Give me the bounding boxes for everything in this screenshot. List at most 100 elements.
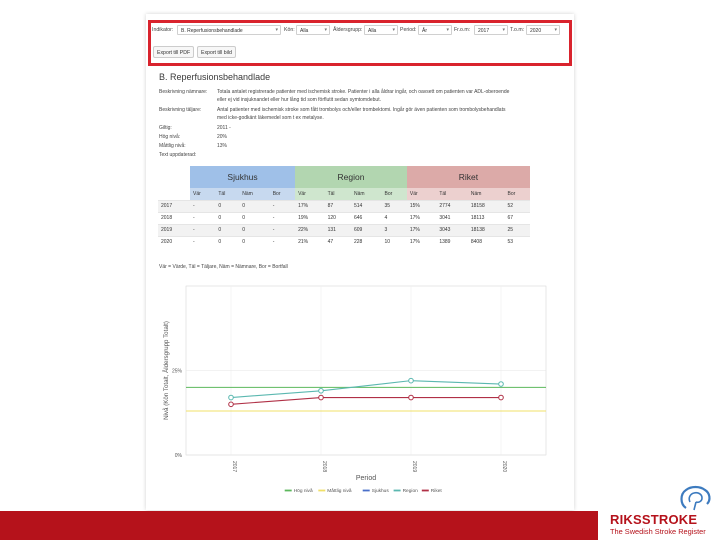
table-cell: 4 (381, 211, 407, 224)
x-tick-label: 2019 (411, 461, 417, 472)
table-cell: - (190, 235, 216, 248)
y-tick-label: 25% (172, 369, 183, 375)
table-cell: 18113 (467, 211, 505, 224)
chevron-down-icon: ▾ (275, 27, 278, 33)
desc-value: 20% (217, 134, 228, 140)
legend-label: Sjukhus (372, 488, 390, 494)
table-cell: 22% (295, 223, 325, 236)
table-cell: 53 (504, 235, 530, 248)
table-cell: 0 (215, 223, 240, 236)
table-cell: 120 (324, 211, 351, 224)
period-value: År (422, 28, 427, 34)
table-abbreviation-note: Vär = Värde, Täl = Täljare, Näm = Nämnar… (159, 264, 288, 270)
brand-tagline: The Swedish Stroke Register (610, 527, 706, 536)
aldersgrupp-select[interactable]: Alla ▾ (364, 25, 398, 35)
table-cell: 17% (406, 223, 437, 236)
data-point-riket (408, 394, 414, 401)
table-row: 2017-0 0-17% 87 514 35 15% 2774 18158 52 (158, 199, 530, 212)
table-row: 2018-0 0-19% 120 646 4 17% 3041 18113 67 (158, 211, 530, 224)
table-cell: 1389 (436, 235, 468, 248)
legend-label: Hög nivå (294, 487, 313, 494)
table-cell: 0 (239, 223, 270, 236)
table-cell: 3 (381, 223, 407, 236)
x-tick-label: 2017 (231, 461, 237, 472)
legend-label: Måttlig nivå (327, 487, 352, 494)
kon-select[interactable]: Alla ▾ (296, 25, 330, 35)
table-cell: 0 (239, 235, 270, 248)
desc-value: Antal patienter med ischemisk stroke som… (217, 107, 506, 121)
row-year: 2018 (158, 211, 190, 224)
group-header-sjukhus: Sjukhus (190, 166, 296, 188)
chevron-down-icon: ▾ (324, 27, 327, 33)
table-cell: 87 (324, 199, 351, 212)
subheader: Näm (350, 188, 382, 200)
table-cell: 10 (381, 235, 407, 248)
chevron-down-icon: ▾ (392, 27, 395, 33)
subheader: Bor (381, 188, 407, 200)
from-select[interactable]: 2017 ▾ (474, 25, 508, 35)
table-cell: 18138 (467, 223, 505, 236)
table-row: 2020-0 0-21% 47 228 10 17% 1389 8408 53 (158, 235, 530, 248)
data-point-region (318, 387, 324, 394)
table-cell: - (269, 211, 296, 224)
page-title: B. Reperfusionsbehandlade (159, 72, 271, 82)
table-body: 2017-0 0-17% 87 514 35 15% 2774 18158 52 2018-0 0-… (158, 199, 530, 248)
from-label: Fr.o.m: (454, 27, 471, 33)
desc-key: Beskrivning täljare: (159, 107, 202, 113)
desc-key: Giltig: (159, 125, 172, 131)
table-cell: 52 (504, 199, 530, 212)
group-header-riket: Riket (406, 166, 530, 188)
chevron-down-icon: ▾ (502, 27, 505, 33)
subheader: Näm (467, 188, 505, 200)
desc-key: Beskrivning nämnare: (159, 89, 208, 95)
row-year: 2019 (158, 223, 190, 236)
chevron-down-icon: ▾ (446, 27, 449, 33)
desc-value: 13% (217, 143, 228, 149)
data-point-riket (318, 394, 324, 401)
table-cell: - (190, 199, 216, 212)
indikator-label: Indikator: (152, 27, 174, 33)
table-cell: 67 (504, 211, 530, 224)
table-cell: 514 (350, 199, 382, 212)
legend-label: Riket (431, 488, 443, 494)
data-point-region (408, 377, 414, 384)
export-pdf-button[interactable]: Export till PDF (153, 46, 195, 58)
period-select[interactable]: År ▾ (418, 25, 452, 35)
table-cell: 17% (406, 235, 437, 248)
aldersgrupp-value: Alla (368, 28, 377, 34)
subheader: Vär (295, 188, 325, 200)
tom-label: T.o.m: (510, 27, 525, 33)
table-cell: 8408 (467, 235, 505, 248)
indikator-select[interactable]: B. Reperfusionsbehandlade ▾ (177, 25, 281, 35)
table-cell: 17% (295, 199, 325, 212)
period-label: Period: (400, 27, 417, 33)
row-year: 2020 (158, 235, 190, 248)
row-year: 2017 (158, 199, 190, 212)
table-cell: 0 (215, 235, 240, 248)
export-image-button[interactable]: Export till bild (197, 46, 236, 58)
table-cell: 18158 (467, 199, 505, 212)
subheader: Näm (239, 188, 270, 200)
table-cell: 609 (350, 223, 382, 236)
table-cell: 0 (239, 199, 270, 212)
data-point-riket (498, 394, 504, 401)
table-cell: 19% (295, 211, 325, 224)
subheader: Vär (190, 188, 216, 200)
footer-bar (0, 511, 598, 540)
table-cell: 3043 (436, 223, 468, 236)
table-cell: 47 (324, 235, 351, 248)
table-cell: - (269, 199, 296, 212)
subheader: Bor (269, 188, 296, 200)
y-tick-label: 0% (175, 453, 183, 459)
table-row: 2019-0 0-22% 131 609 3 17% 3043 18138 25 (158, 223, 530, 236)
table-cell: - (269, 223, 296, 236)
table-cell: - (190, 211, 216, 224)
subheader: Täl (324, 188, 351, 200)
tom-select[interactable]: 2020 ▾ (526, 25, 560, 35)
brand-name: RIKSSTROKE (610, 512, 698, 527)
desc-value: 2011 - (217, 125, 231, 131)
table-cell: - (190, 223, 216, 236)
subheader: Täl (436, 188, 468, 200)
table-cell: 0 (215, 211, 240, 224)
aldersgrupp-label: Åldersgrupp: (333, 27, 363, 33)
